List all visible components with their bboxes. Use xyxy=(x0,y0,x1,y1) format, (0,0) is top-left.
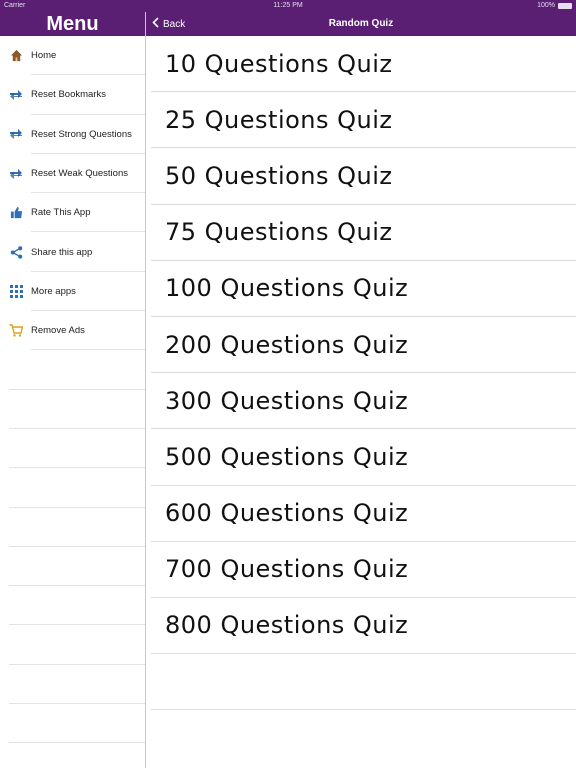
sidebar-item-label: Share this app xyxy=(31,246,93,258)
sidebar-item-label: Reset Bookmarks xyxy=(31,89,106,101)
empty-row xyxy=(0,390,145,430)
sidebar-item-more-apps[interactable]: More apps xyxy=(0,272,145,312)
thumbs-up-icon xyxy=(9,206,23,220)
reset-arrows-icon xyxy=(9,127,23,141)
home-icon xyxy=(9,49,23,63)
sidebar-item-label: Home xyxy=(31,50,57,62)
reset-arrows-icon xyxy=(9,167,23,181)
quiz-label: 50 Questions Quiz xyxy=(165,161,393,190)
navigation-bar: Back Random Quiz xyxy=(146,12,576,36)
status-bar: Carrier 11:25 PM 100% xyxy=(0,0,576,12)
sidebar-item-label: Reset Strong Questions xyxy=(31,128,132,140)
quiz-label: 800 Questions Quiz xyxy=(165,611,409,640)
quiz-row-600[interactable]: 600 Questions Quiz xyxy=(151,486,576,542)
page-title: Random Quiz xyxy=(328,18,394,29)
empty-row xyxy=(0,429,145,469)
quiz-label: 600 Questions Quiz xyxy=(165,499,409,528)
quiz-label: 700 Questions Quiz xyxy=(165,555,409,584)
sidebar-title: Menu xyxy=(0,12,145,36)
empty-row xyxy=(0,586,145,626)
sidebar-item-reset-weak-questions[interactable]: Reset Weak Questions xyxy=(0,154,145,194)
battery-icon xyxy=(558,2,572,9)
empty-row xyxy=(0,625,145,666)
battery-indicator: 100% xyxy=(537,2,572,9)
quiz-label: 10 Questions Quiz xyxy=(165,49,393,78)
quiz-label: 200 Questions Quiz xyxy=(165,330,409,359)
empty-row xyxy=(0,468,145,508)
sidebar-menu: Menu Home Reset Bookmarks Reset Strong Q… xyxy=(0,12,146,768)
sidebar-item-reset-strong-questions[interactable]: Reset Strong Questions xyxy=(0,115,145,155)
empty-row xyxy=(0,665,145,705)
quiz-label: 75 Questions Quiz xyxy=(165,218,393,247)
battery-percent: 100% xyxy=(537,2,555,9)
clock: 11:25 PM xyxy=(273,2,303,9)
empty-row xyxy=(0,350,145,390)
sidebar-item-label: Reset Weak Questions xyxy=(31,168,128,180)
quiz-label: 500 Questions Quiz xyxy=(165,442,409,471)
empty-row xyxy=(0,508,145,548)
sidebar-item-label: Rate This App xyxy=(31,207,91,219)
cart-icon xyxy=(9,324,23,338)
sidebar-item-share-this-app[interactable]: Share this app xyxy=(0,232,145,273)
empty-row xyxy=(151,654,576,711)
empty-row xyxy=(0,547,145,587)
sidebar-item-reset-bookmarks[interactable]: Reset Bookmarks xyxy=(0,75,145,115)
sidebar-item-rate-this-app[interactable]: Rate This App xyxy=(0,193,145,233)
quiz-row-75[interactable]: 75 Questions Quiz xyxy=(151,205,576,261)
quiz-label: 100 Questions Quiz xyxy=(165,274,409,303)
quiz-row-50[interactable]: 50 Questions Quiz xyxy=(151,148,576,205)
grid-icon xyxy=(9,284,23,298)
quiz-row-100[interactable]: 100 Questions Quiz xyxy=(151,261,576,317)
quiz-row-500[interactable]: 500 Questions Quiz xyxy=(151,429,576,486)
sidebar-item-remove-ads[interactable]: Remove Ads xyxy=(0,311,145,351)
sidebar-item-label: Remove Ads xyxy=(31,325,85,337)
sidebar-item-home[interactable]: Home xyxy=(0,36,145,76)
quiz-label: 25 Questions Quiz xyxy=(165,105,393,134)
quiz-row-300[interactable]: 300 Questions Quiz xyxy=(151,373,576,430)
quiz-row-25[interactable]: 25 Questions Quiz xyxy=(151,92,576,149)
share-icon xyxy=(9,245,23,259)
quiz-row-800[interactable]: 800 Questions Quiz xyxy=(151,598,576,655)
quiz-row-700[interactable]: 700 Questions Quiz xyxy=(151,542,576,598)
reset-arrows-icon xyxy=(9,88,23,102)
quiz-label: 300 Questions Quiz xyxy=(165,386,409,415)
quiz-list: 10 Questions Quiz 25 Questions Quiz 50 Q… xyxy=(146,36,576,711)
quiz-row-200[interactable]: 200 Questions Quiz xyxy=(151,317,576,374)
quiz-row-10[interactable]: 10 Questions Quiz xyxy=(151,36,576,93)
empty-row xyxy=(0,704,145,744)
sidebar-item-label: More apps xyxy=(31,285,76,297)
